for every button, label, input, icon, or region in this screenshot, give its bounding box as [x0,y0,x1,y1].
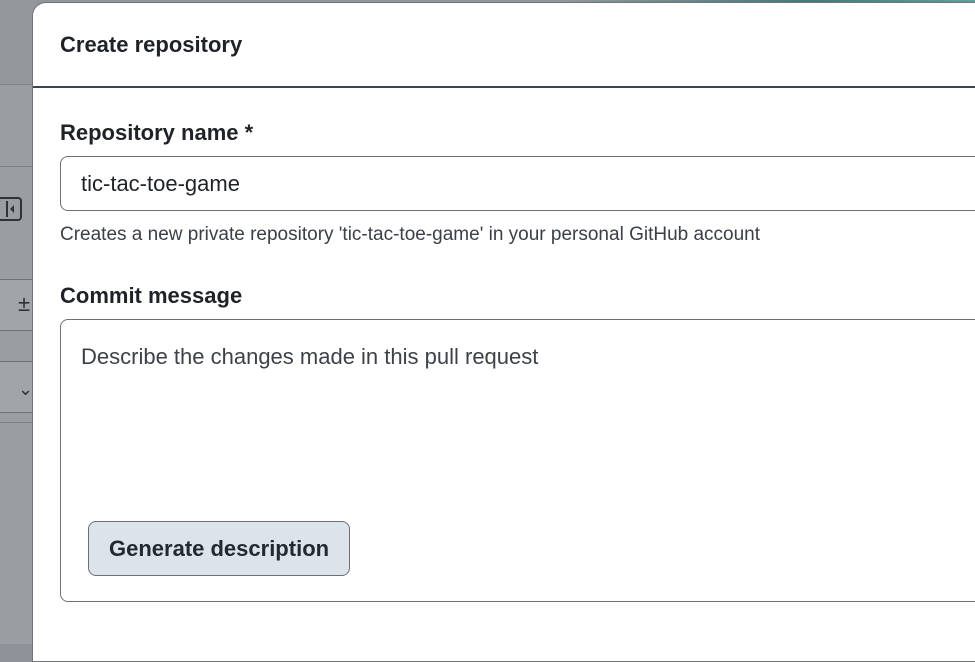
panel-collapse-icon[interactable] [0,197,22,221]
commit-message-label: Commit message [60,283,243,308]
dialog-title: Create repository [60,32,243,57]
commit-message-field: Generate description [60,319,975,602]
create-repository-dialog: Create repository Repository name * Crea… [32,2,975,662]
background-divider [0,422,34,423]
diff-icon: ± [18,291,31,316]
generate-description-button[interactable]: Generate description [88,521,351,576]
repository-name-label: Repository name * [60,120,254,145]
repository-name-input[interactable] [60,156,975,211]
background-divider [0,166,34,167]
chevron-down-icon: ⌄ [18,379,34,399]
dialog-header: Create repository [33,3,975,88]
repository-name-help: Creates a new private repository 'tic-ta… [60,224,761,245]
commit-message-textarea[interactable] [61,320,975,510]
